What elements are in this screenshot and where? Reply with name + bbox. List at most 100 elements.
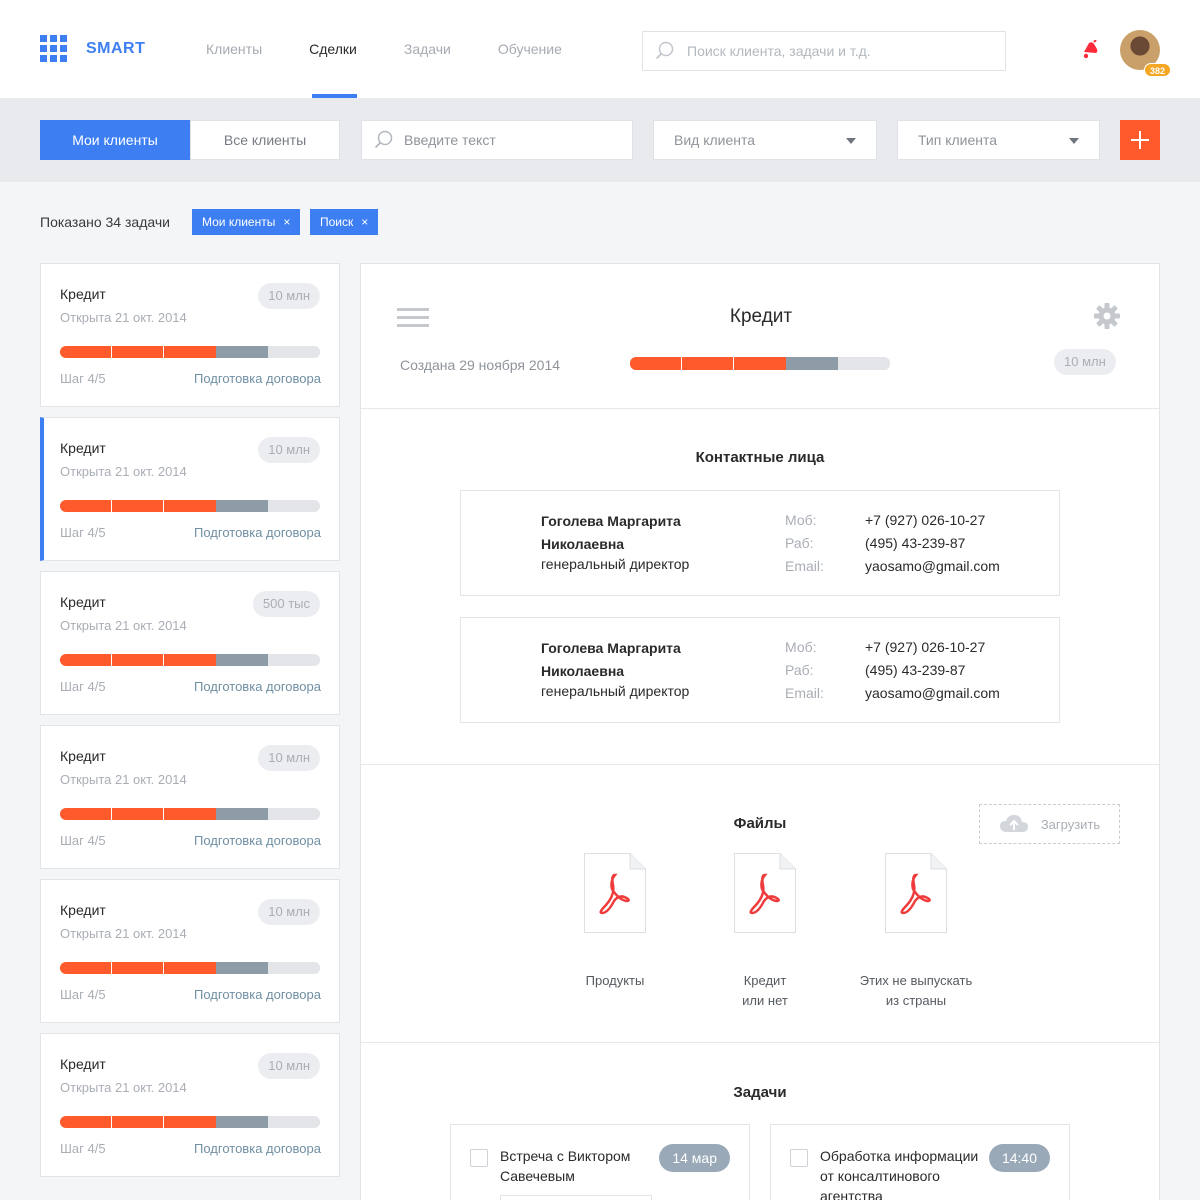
deal-card[interactable]: Кредит Открыта 21 окт. 2014 10 млн Шаг 4… bbox=[40, 417, 340, 561]
chip-label: Поиск bbox=[320, 215, 354, 229]
client-kind-select[interactable]: Вид клиента bbox=[653, 120, 877, 160]
file-name-line: Продукты bbox=[585, 973, 645, 988]
search-icon bbox=[655, 41, 674, 60]
tasks-section-title: Задачи bbox=[733, 1084, 787, 1101]
nav-item-clients[interactable]: Клиенты bbox=[206, 0, 262, 98]
contact-name: Гоголева Маргарита Николаевна bbox=[541, 640, 681, 679]
work-phone[interactable]: (495) 43-239-87 bbox=[865, 662, 965, 678]
deal-step: Шаг 4/5 bbox=[60, 1141, 106, 1156]
client-type-value: Тип клиента bbox=[918, 132, 998, 148]
nav-item-tasks[interactable]: Задачи bbox=[404, 0, 451, 98]
deal-created-date: Создана 29 ноября 2014 bbox=[400, 357, 561, 373]
email-link[interactable]: yaosamo@gmail.com bbox=[865, 685, 1000, 701]
progress-segment bbox=[112, 1116, 164, 1128]
progress-segment bbox=[216, 962, 268, 974]
file-item[interactable]: Этих не выпускать из страны bbox=[847, 853, 985, 1011]
plus-icon bbox=[1131, 131, 1149, 149]
gear-icon[interactable] bbox=[1093, 302, 1121, 330]
top-header: SMART Клиенты Сделки Задачи Обучение 382 bbox=[0, 0, 1200, 98]
progress-segment bbox=[60, 500, 112, 512]
deal-title: Кредит bbox=[60, 1056, 106, 1072]
global-search-input[interactable] bbox=[687, 43, 987, 59]
progress-segment bbox=[268, 654, 320, 666]
deal-stage: Подготовка договора bbox=[194, 679, 321, 694]
deal-progress-bar bbox=[60, 1116, 320, 1128]
deal-title: Кредит bbox=[60, 440, 106, 456]
deal-card[interactable]: Кредит Открыта 21 окт. 2014 500 тыс Шаг … bbox=[40, 571, 340, 715]
deal-stage: Подготовка договора bbox=[194, 371, 321, 386]
text-search-box bbox=[361, 120, 633, 160]
deal-progress-bar bbox=[60, 654, 320, 666]
deal-card[interactable]: Кредит Открыта 21 окт. 2014 10 млн Шаг 4… bbox=[40, 1033, 340, 1177]
contact-card: Гоголева Маргарита Николаевна генеральны… bbox=[460, 617, 1060, 723]
work-phone[interactable]: (495) 43-239-87 bbox=[865, 535, 965, 551]
text-search-input[interactable] bbox=[404, 132, 614, 148]
file-item[interactable]: Продукты bbox=[550, 853, 680, 991]
deal-stage: Подготовка договора bbox=[194, 525, 321, 540]
task-subfield[interactable] bbox=[500, 1195, 652, 1200]
chip-close-icon[interactable]: × bbox=[283, 215, 290, 229]
deal-card[interactable]: Кредит Открыта 21 окт. 2014 10 млн Шаг 4… bbox=[40, 879, 340, 1023]
mobile-phone[interactable]: +7 (927) 026-10-27 bbox=[865, 512, 985, 528]
work-label: Раб: bbox=[785, 535, 814, 551]
file-item[interactable]: Кредит или нет bbox=[700, 853, 830, 1011]
deal-stage: Подготовка договора bbox=[194, 1141, 321, 1156]
pdf-file-icon bbox=[885, 853, 947, 933]
client-type-select[interactable]: Тип клиента bbox=[897, 120, 1100, 160]
progress-segment bbox=[164, 654, 216, 666]
progress-segment bbox=[112, 346, 164, 358]
email-link[interactable]: yaosamo@gmail.com bbox=[865, 558, 1000, 574]
deal-detail-panel: Кредит Создана 29 ноября 2014 10 млн Кон… bbox=[360, 263, 1160, 1200]
deal-step: Шаг 4/5 bbox=[60, 371, 106, 386]
task-date-badge: 14 мар bbox=[659, 1144, 730, 1172]
deal-date: Открыта 21 окт. 2014 bbox=[60, 310, 187, 325]
progress-segment bbox=[112, 962, 164, 974]
progress-segment bbox=[112, 808, 164, 820]
deal-progress-bar bbox=[60, 346, 320, 358]
cloud-upload-icon bbox=[999, 815, 1028, 832]
progress-segment bbox=[164, 962, 216, 974]
my-clients-button[interactable]: Мои клиенты bbox=[40, 120, 190, 160]
contact-role: генеральный директор bbox=[541, 556, 690, 572]
deal-step: Шаг 4/5 bbox=[60, 525, 106, 540]
mobile-phone[interactable]: +7 (927) 026-10-27 bbox=[865, 639, 985, 655]
progress-segment bbox=[216, 1116, 268, 1128]
progress-segment bbox=[60, 962, 112, 974]
upload-button[interactable]: Загрузить bbox=[979, 804, 1120, 844]
deal-card[interactable]: Кредит Открыта 21 окт. 2014 10 млн Шаг 4… bbox=[40, 263, 340, 407]
progress-segment bbox=[164, 808, 216, 820]
nav-item-deals[interactable]: Сделки bbox=[309, 0, 357, 98]
deal-title: Кредит bbox=[60, 748, 106, 764]
add-button[interactable] bbox=[1120, 120, 1160, 160]
chip-label: Мои клиенты bbox=[202, 215, 276, 229]
task-text: Обработка информации от консалтинового а… bbox=[820, 1148, 979, 1200]
task-checkbox[interactable] bbox=[790, 1149, 808, 1167]
app-logo[interactable]: SMART bbox=[40, 35, 145, 62]
deal-card[interactable]: Кредит Открыта 21 окт. 2014 10 млн Шаг 4… bbox=[40, 725, 340, 869]
notification-bell-icon[interactable] bbox=[1080, 40, 1100, 60]
progress-segment bbox=[216, 346, 268, 358]
all-clients-button[interactable]: Все клиенты bbox=[190, 120, 340, 160]
chip-close-icon[interactable]: × bbox=[361, 215, 368, 229]
deal-detail-title: Кредит bbox=[729, 306, 793, 327]
email-label: Email: bbox=[785, 685, 824, 701]
nav-item-learning[interactable]: Обучение bbox=[498, 0, 562, 98]
file-name-line: Кредит bbox=[743, 973, 787, 988]
avatar-count-badge: 382 bbox=[1144, 63, 1172, 77]
logo-text: SMART bbox=[86, 39, 146, 57]
task-time-badge: 14:40 bbox=[988, 1144, 1050, 1172]
file-name: Продукты bbox=[550, 971, 680, 991]
task-checkbox[interactable] bbox=[470, 1149, 488, 1167]
deal-progress-bar bbox=[60, 808, 320, 820]
deal-date: Открыта 21 окт. 2014 bbox=[60, 464, 187, 479]
task-card: Встреча с Виктором Савечевым 14 мар bbox=[450, 1124, 750, 1200]
global-search-box bbox=[642, 31, 1006, 71]
deal-amount-badge: 10 млн bbox=[258, 899, 320, 925]
progress-segment bbox=[112, 500, 164, 512]
deal-step: Шаг 4/5 bbox=[60, 987, 106, 1002]
progress-segment bbox=[268, 962, 320, 974]
apps-grid-icon[interactable] bbox=[40, 35, 67, 62]
deal-amount-badge: 500 тыс bbox=[252, 591, 320, 617]
pdf-file-icon bbox=[734, 853, 796, 933]
deal-date: Открыта 21 окт. 2014 bbox=[60, 618, 187, 633]
